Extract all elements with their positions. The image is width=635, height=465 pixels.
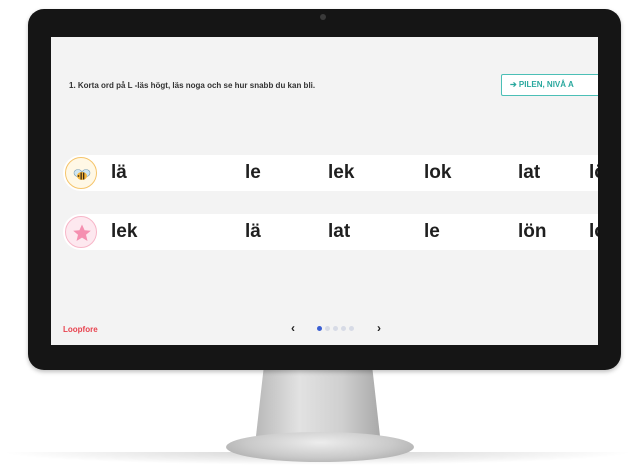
word-row-1: lä le lek lok lat lön	[63, 155, 598, 191]
word-item[interactable]: lek	[328, 155, 354, 191]
word-item[interactable]: lok	[424, 155, 451, 191]
word-row-2: lek lä lat le lön lok	[63, 214, 598, 250]
camera-icon	[320, 14, 326, 20]
word-item[interactable]: lek	[111, 214, 137, 250]
monitor-frame: 1. Korta ord på L -läs högt, läs noga oc…	[28, 9, 621, 370]
page-dot-4[interactable]	[341, 326, 346, 331]
word-item[interactable]: lä	[245, 214, 261, 250]
page-dot-3[interactable]	[333, 326, 338, 331]
page-dot-5[interactable]	[349, 326, 354, 331]
word-item[interactable]: lat	[518, 155, 540, 191]
word-item[interactable]: lön	[589, 155, 598, 191]
word-item[interactable]: lä	[111, 155, 127, 191]
exercise-instruction: 1. Korta ord på L -läs högt, läs noga oc…	[69, 81, 316, 90]
bee-icon	[65, 157, 97, 189]
word-item[interactable]: le	[245, 155, 261, 191]
word-item[interactable]: lok	[589, 214, 598, 250]
prev-page-button[interactable]: ‹	[291, 321, 295, 335]
page-dot-1[interactable]	[317, 326, 322, 331]
word-item[interactable]: lön	[518, 214, 547, 250]
next-page-button[interactable]: ›	[377, 321, 381, 335]
pagination: ‹ ›	[291, 321, 391, 335]
page-dot-2[interactable]	[325, 326, 330, 331]
star-icon	[65, 216, 97, 248]
brand-logo[interactable]: Loopfore	[63, 325, 98, 334]
monitor-stand-base	[226, 432, 414, 462]
screen: 1. Korta ord på L -läs högt, läs noga oc…	[51, 37, 598, 345]
word-item[interactable]: lat	[328, 214, 350, 250]
level-nav-button[interactable]: ➔ PILEN, NIVÅ A	[501, 74, 598, 96]
word-item[interactable]: le	[424, 214, 440, 250]
monitor-stand-neck	[256, 370, 380, 436]
